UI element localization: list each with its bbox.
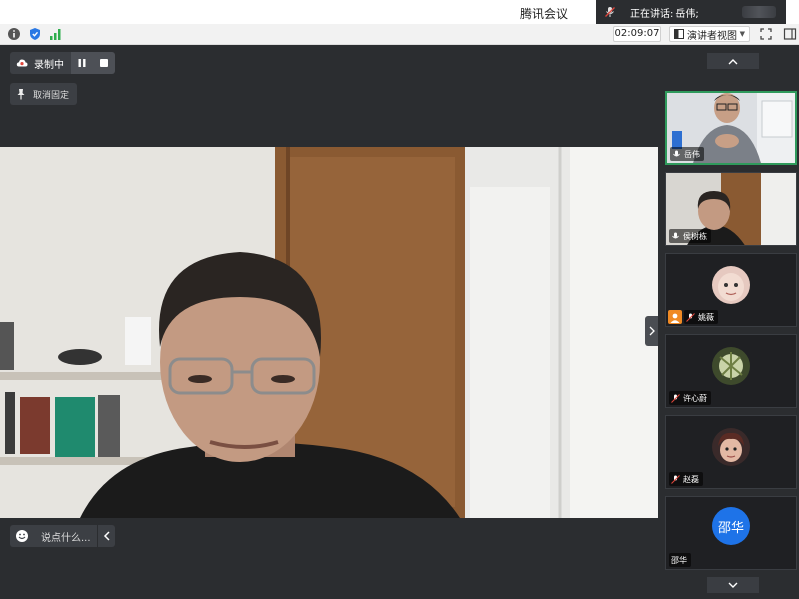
avatar <box>712 428 750 466</box>
participant-sidebar: 岳伟 侯树栋 姚薇 许心蔚 赵磊 邵华 邵华 <box>658 45 799 599</box>
pause-recording-button[interactable] <box>71 52 93 74</box>
speaking-label: 正在讲话: <box>630 8 674 20</box>
collapse-sidebar-button[interactable] <box>645 316 659 346</box>
participant-name-tag: 赵磊 <box>669 472 703 486</box>
chevron-left-icon <box>103 531 110 541</box>
chevron-down-icon <box>728 582 738 588</box>
mic-muted-icon <box>671 393 680 403</box>
app-title: 腾讯会议 <box>520 7 569 21</box>
avatar <box>712 347 750 385</box>
unpin-button[interactable]: 取消固定 <box>10 83 78 105</box>
sidebar-toggle-icon[interactable] <box>783 27 797 41</box>
speaker-video-image <box>0 147 658 518</box>
participant-tile[interactable]: 姚薇 <box>665 253 797 327</box>
info-icon[interactable] <box>7 27 21 41</box>
recording-bar: 录制中 <box>10 52 115 74</box>
collapse-chat-button[interactable] <box>97 525 115 547</box>
stop-recording-button[interactable] <box>93 52 115 74</box>
participant-name: 姚薇 <box>698 312 714 322</box>
cloud-record-icon <box>16 59 28 67</box>
participant-name: 许心蔚 <box>683 393 707 403</box>
participant-name-tag: 邵华 <box>669 553 691 567</box>
scroll-down-button[interactable] <box>707 577 759 593</box>
stop-icon <box>100 59 108 67</box>
status-bar: 02:09:07 演讲者视图 ▼ <box>0 24 799 45</box>
chevron-down-icon: ▼ <box>739 30 745 38</box>
chevron-up-icon <box>728 58 738 64</box>
mic-muted-icon <box>686 312 695 322</box>
participant-tile[interactable]: 岳伟 <box>665 91 797 165</box>
unpin-label: 取消固定 <box>33 90 70 101</box>
participant-tile[interactable]: 邵华 邵华 <box>665 496 797 570</box>
speaking-name: 岳伟; <box>675 8 699 20</box>
mic-muted-icon <box>605 7 615 17</box>
scroll-up-button[interactable] <box>707 53 759 69</box>
mic-icon <box>673 150 680 156</box>
host-badge-icon <box>668 310 682 324</box>
participant-name: 邵华 <box>671 555 687 565</box>
participant-name: 岳伟 <box>684 149 700 159</box>
blurred-region <box>742 6 776 18</box>
participant-tile[interactable]: 许心蔚 <box>665 334 797 408</box>
layout-icon <box>674 29 684 39</box>
emoji-icon[interactable] <box>15 529 29 543</box>
participant-name-tag: 许心蔚 <box>669 391 711 405</box>
participant-name-tag: 侯树栋 <box>669 229 711 243</box>
title-bar: 腾讯会议 正在讲话: 岳伟; <box>0 0 799 24</box>
network-signal-icon[interactable] <box>49 27 63 41</box>
mic-icon <box>672 232 679 238</box>
participant-name-tag: 岳伟 <box>670 147 704 161</box>
fullscreen-icon[interactable] <box>759 27 773 41</box>
main-video-feed <box>0 147 658 518</box>
meeting-timer: 02:09:07 <box>613 26 661 42</box>
text-avatar: 邵华 <box>712 507 750 545</box>
speaking-indicator: 正在讲话: 岳伟; <box>596 0 786 24</box>
pause-icon <box>78 59 86 67</box>
security-shield-icon[interactable] <box>28 27 42 41</box>
participant-name: 赵磊 <box>683 474 699 484</box>
avatar <box>712 266 750 304</box>
participant-tile[interactable]: 侯树栋 <box>665 172 797 246</box>
pin-icon <box>17 89 25 100</box>
chevron-right-icon <box>649 326 655 336</box>
view-mode-label: 演讲者视图 <box>687 30 737 42</box>
participant-name-tag: 姚薇 <box>684 310 718 324</box>
recording-label: 录制中 <box>34 59 64 71</box>
participant-name: 侯树栋 <box>683 231 707 241</box>
mic-muted-icon <box>671 474 680 484</box>
chat-input[interactable]: 说点什么... <box>10 525 115 547</box>
main-stage: 录制中 取消固定 说点什么... <box>0 45 658 599</box>
participant-tile[interactable]: 赵磊 <box>665 415 797 489</box>
view-mode-dropdown[interactable]: 演讲者视图 ▼ <box>669 26 750 42</box>
recording-status: 录制中 <box>10 52 71 74</box>
meeting-window: 腾讯会议 正在讲话: 岳伟; 02:09:07 演讲者视图 ▼ 录制中 取消固定… <box>0 0 799 599</box>
chat-placeholder: 说点什么... <box>41 532 91 544</box>
